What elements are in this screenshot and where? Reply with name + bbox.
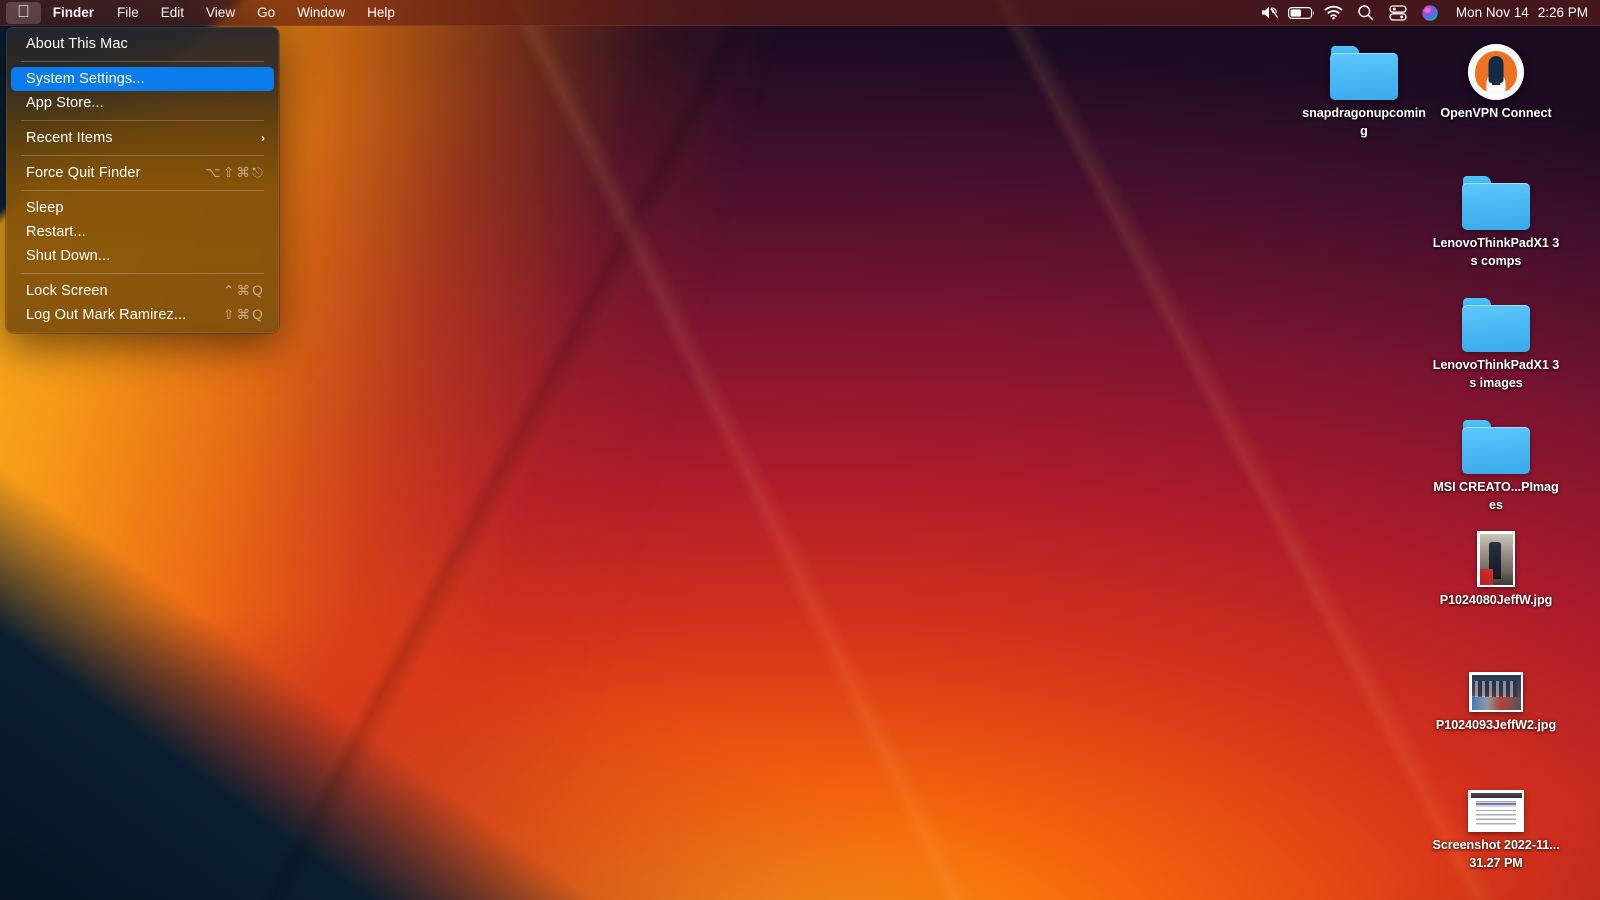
- desktop[interactable]: snapdragonupcoming OpenVPN Connect LenovoT…: [0, 0, 1600, 900]
- desktop-icon-openvpn-connect[interactable]: OpenVPN Connect: [1430, 38, 1562, 123]
- menu-bar-status-area: Mon Nov 14 2:26 PM: [1254, 0, 1600, 25]
- menu-bar-item-edit[interactable]: Edit: [150, 0, 195, 25]
- apple-menu-item-shortcut: ⌥⇧⌘⎋: [205, 165, 265, 181]
- desktop-icon-label: P1024093JeffW2.jpg: [1436, 717, 1556, 735]
- apple-menu-item-label: Sleep: [26, 200, 265, 216]
- apple-menu-item-label: Restart...: [26, 224, 265, 240]
- menu-bar-item-file[interactable]: File: [106, 0, 150, 25]
- clock-date: Mon Nov 14: [1456, 5, 1529, 20]
- desktop-icon-label: Screenshot 2022-11...31.27 PM: [1432, 837, 1560, 873]
- apple-menu-item-shortcut: ⌃⌘Q: [223, 283, 265, 299]
- apple-menu-item-label: App Store...: [26, 95, 265, 111]
- menu-bar:  FinderFileEditViewGoWindowHelp: [0, 0, 1600, 26]
- desktop-icon-art: [1459, 168, 1533, 230]
- apple-menu-item-label: Log Out Mark Ramirez...: [26, 307, 205, 323]
- desktop-icon-label: P1024080JeffW.jpg: [1440, 592, 1553, 610]
- apple-menu-item-shortcut: ⇧⌘Q: [223, 307, 265, 323]
- apple-menu-item-restart[interactable]: Restart...: [11, 220, 274, 244]
- menu-bar-app-menus:  FinderFileEditViewGoWindowHelp: [0, 0, 406, 25]
- siri-icon[interactable]: [1414, 0, 1446, 25]
- apple-menu-button[interactable]: : [6, 2, 41, 24]
- menu-bar-item-go[interactable]: Go: [246, 0, 286, 25]
- menu-separator: [21, 120, 264, 121]
- control-center-icon[interactable]: [1382, 0, 1414, 25]
- apple-menu-item-label: Shut Down...: [26, 248, 265, 264]
- folder-icon: [1462, 420, 1530, 474]
- volume-muted-icon[interactable]: [1254, 0, 1286, 25]
- desktop-icon-art: [1327, 38, 1401, 100]
- apple-menu-item-label: Lock Screen: [26, 283, 205, 299]
- apple-menu-item-sleep[interactable]: Sleep: [11, 196, 274, 220]
- image-thumbnail: [1477, 531, 1515, 587]
- apple-menu-item-force-quit-finder[interactable]: Force Quit Finder ⌥⇧⌘⎋: [11, 161, 274, 185]
- desktop-icon-lenovothinkpadx1-3s-comps[interactable]: LenovoThinkPadX1 3s comps: [1430, 168, 1562, 271]
- menu-bar-item-view[interactable]: View: [195, 0, 246, 25]
- menu-separator: [21, 155, 264, 156]
- apple-menu-item-label: Recent Items: [26, 130, 247, 146]
- desktop-icon-art: [1459, 412, 1533, 474]
- menu-bar-clock[interactable]: Mon Nov 14 2:26 PM: [1446, 5, 1588, 20]
- apple-menu-item-system-settings[interactable]: System Settings...: [11, 67, 274, 91]
- screenshot-thumbnail: [1468, 790, 1524, 832]
- desktop-icon-snapdragonupcoming[interactable]: snapdragonupcoming: [1298, 38, 1430, 141]
- wifi-icon[interactable]: [1318, 0, 1350, 25]
- folder-icon: [1330, 46, 1398, 100]
- apple-menu-dropdown[interactable]: About This Mac System Settings... App Stor…: [6, 27, 279, 333]
- clock-time: 2:26 PM: [1538, 5, 1588, 20]
- menu-separator: [21, 61, 264, 62]
- apple-menu-item-shut-down[interactable]: Shut Down...: [11, 244, 274, 268]
- desktop-icon-art: [1459, 38, 1533, 100]
- apple-menu-item-label: Force Quit Finder: [26, 165, 187, 181]
- menu-bar-item-window[interactable]: Window: [286, 0, 356, 25]
- folder-icon: [1462, 176, 1530, 230]
- apple-menu-item-log-out-mark-ramirez[interactable]: Log Out Mark Ramirez... ⇧⌘Q: [11, 303, 274, 327]
- desktop-icon-label: LenovoThinkPadX1 3s comps: [1432, 235, 1560, 271]
- apple-logo-icon: : [17, 3, 30, 20]
- desktop-icon-lenovothinkpadx1-3s-images[interactable]: LenovoThinkPadX1 3s images: [1430, 290, 1562, 393]
- apple-menu-item-about-this-mac[interactable]: About This Mac: [11, 32, 274, 56]
- menu-separator: [21, 190, 264, 191]
- desktop-icon-p1024093jeffw2-jpg[interactable]: P1024093JeffW2.jpg: [1430, 650, 1562, 735]
- desktop-icon-label: snapdragonupcoming: [1300, 105, 1428, 141]
- apple-menu-item-lock-screen[interactable]: Lock Screen ⌃⌘Q: [11, 279, 274, 303]
- apple-menu-item-label: About This Mac: [26, 36, 265, 52]
- apple-menu-item-label: System Settings...: [26, 71, 265, 87]
- menu-bar-item-finder[interactable]: Finder: [41, 0, 106, 25]
- desktop-icon-art: [1459, 525, 1533, 587]
- desktop-icon-label: MSI CREATO...PImages: [1432, 479, 1560, 515]
- desktop-icon-screenshot-2022-11-31-27-pm[interactable]: Screenshot 2022-11...31.27 PM: [1430, 770, 1562, 873]
- battery-icon[interactable]: [1286, 0, 1318, 25]
- menu-bar-item-help[interactable]: Help: [356, 0, 406, 25]
- folder-icon: [1462, 298, 1530, 352]
- menu-separator: [21, 273, 264, 274]
- desktop-icon-art: [1459, 770, 1533, 832]
- desktop-icon-art: [1459, 290, 1533, 352]
- apple-menu-item-app-store[interactable]: App Store...: [11, 91, 274, 115]
- desktop-icon-label: OpenVPN Connect: [1440, 105, 1551, 123]
- image-thumbnail: [1469, 672, 1523, 712]
- spotlight-search-icon[interactable]: [1350, 0, 1382, 25]
- desktop-icon-msi-creato-pimages[interactable]: MSI CREATO...PImages: [1430, 412, 1562, 515]
- chevron-right-icon: ›: [261, 132, 265, 144]
- desktop-icon-art: [1459, 650, 1533, 712]
- desktop-icon-label: LenovoThinkPadX1 3s images: [1432, 357, 1560, 393]
- openvpn-connect-icon: [1468, 44, 1524, 100]
- desktop-icon-p1024080jeffw-jpg[interactable]: P1024080JeffW.jpg: [1430, 525, 1562, 610]
- apple-menu-item-recent-items[interactable]: Recent Items ›: [11, 126, 274, 150]
